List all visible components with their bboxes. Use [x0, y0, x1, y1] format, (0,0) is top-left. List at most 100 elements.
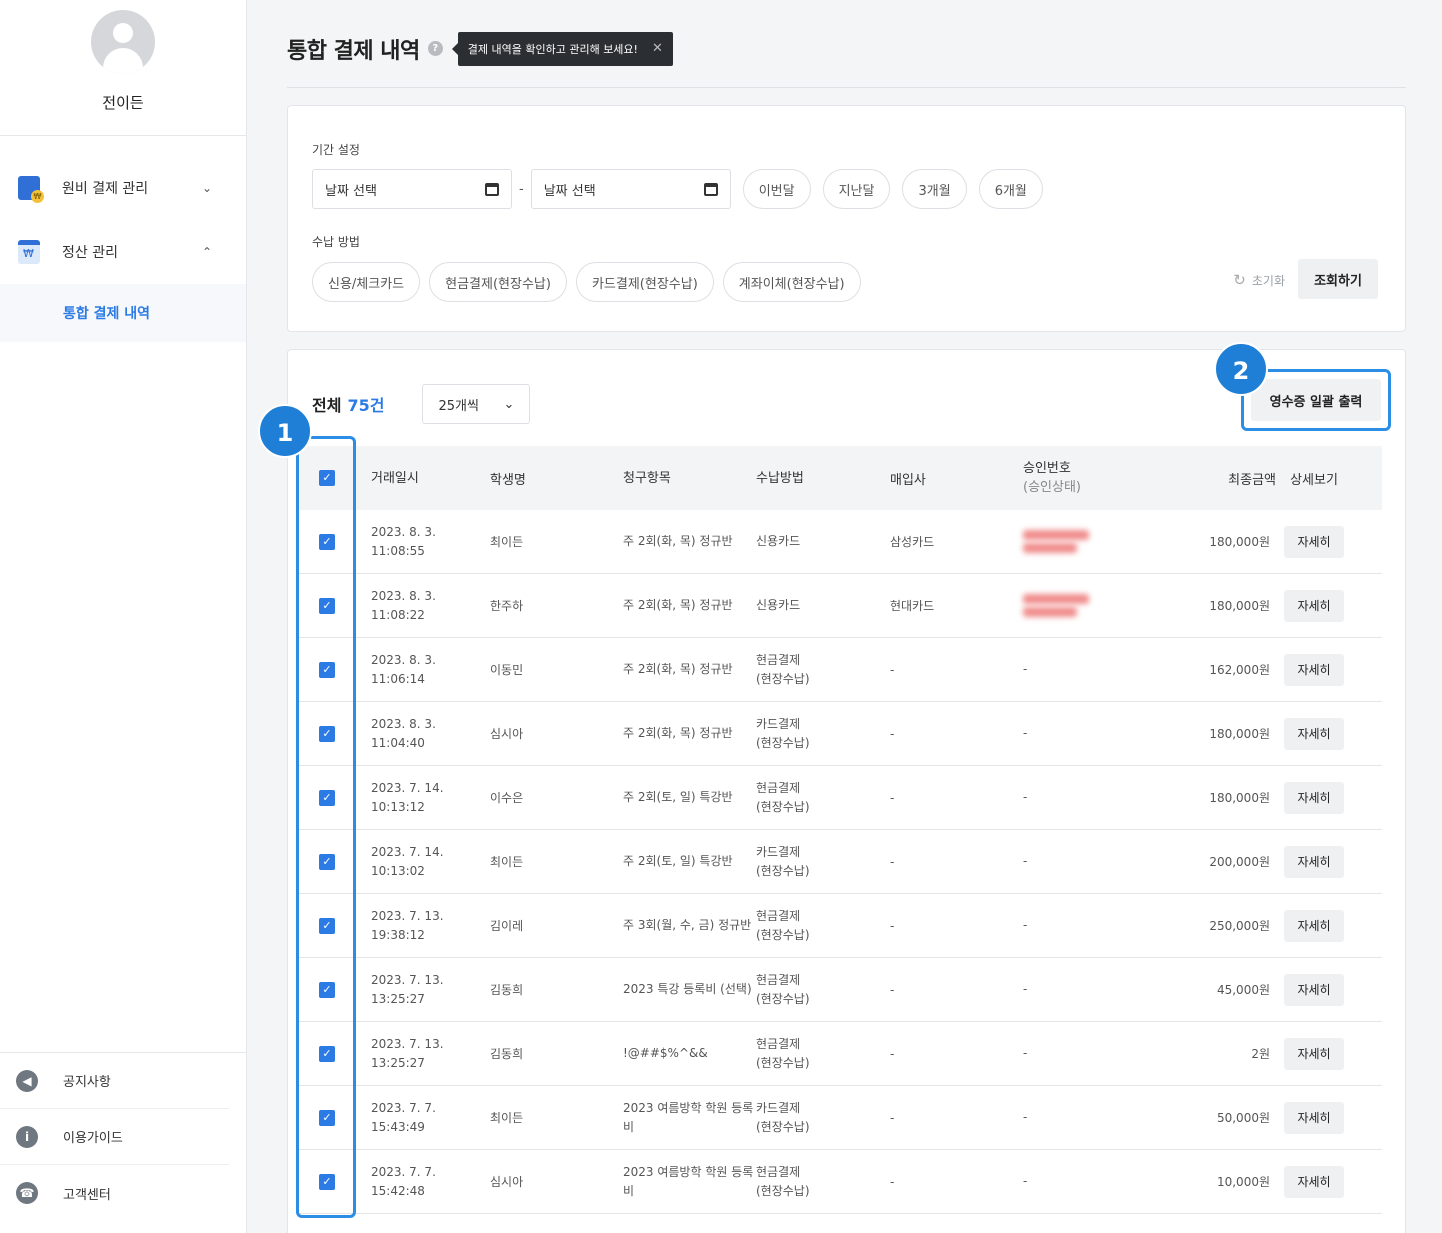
per-page-select[interactable]: 25개씩 ⌄: [422, 384, 531, 424]
acquirer-cell: 삼성카드: [890, 535, 935, 549]
method-card-button[interactable]: 신용/체크카드: [312, 262, 421, 302]
detail-button[interactable]: 자세히: [1284, 973, 1344, 1006]
filter-panel: 기간 설정 날짜 선택 - 날짜 선택 이번달 지난달 3개월 6개월 수납 방…: [287, 105, 1406, 332]
detail-button[interactable]: 자세히: [1284, 653, 1344, 686]
sidebar-subitem-payment-history[interactable]: 통합 결제 내역: [0, 284, 246, 342]
approval-cell-text: -: [1023, 918, 1028, 932]
end-date-input[interactable]: 날짜 선택: [530, 169, 731, 209]
payment-method-cell: 현금결제 (현장수납): [756, 1035, 890, 1073]
method-transfer-onsite-button[interactable]: 계좌이체(현장수납): [722, 262, 861, 302]
approval-cell-text: -: [1023, 726, 1028, 740]
search-button[interactable]: 조회하기: [1298, 259, 1378, 299]
detail-button[interactable]: 자세히: [1284, 717, 1344, 750]
detail-button[interactable]: 자세히: [1284, 1037, 1344, 1070]
sidebar-item-tuition[interactable]: 원비 결제 관리 ⌄: [0, 156, 246, 220]
detail-button[interactable]: 자세히: [1284, 909, 1344, 942]
row-checkbox[interactable]: ✓: [319, 981, 335, 998]
billing-item-cell: 주 3회(월, 수, 금) 정규반: [623, 918, 752, 932]
detail-button[interactable]: 자세히: [1284, 1101, 1344, 1134]
approval-cell: -: [1023, 1108, 1153, 1127]
table-row[interactable]: ✓ 2023. 8. 3. 11:06:14 이동민 주 2회(화, 목) 정규반 현금결…: [297, 638, 1382, 702]
time-text: 13:25:27: [371, 1055, 425, 1070]
row-checkbox[interactable]: ✓: [319, 533, 335, 550]
detail-button[interactable]: 자세히: [1284, 1165, 1344, 1198]
range-6-months-button[interactable]: 6개월: [978, 169, 1043, 209]
table-row[interactable]: ✓ 2023. 7. 14. 10:13:12 이수은 주 2회(토, 일) 특강반 현금…: [297, 766, 1382, 830]
col-item: 청구항목: [623, 470, 671, 486]
row-checkbox[interactable]: ✓: [319, 597, 335, 614]
payment-method-cell: 신용카드: [756, 596, 890, 615]
billing-item-cell: 주 2회(화, 목) 정규반: [623, 534, 733, 548]
approval-cell-text: -: [1023, 662, 1028, 676]
billing-item-cell: 주 2회(화, 목) 정규반: [623, 598, 733, 612]
row-checkbox[interactable]: ✓: [319, 725, 335, 742]
range-3-months-button[interactable]: 3개월: [902, 169, 967, 209]
col-approval-label: 승인번호: [1023, 461, 1071, 476]
table-row[interactable]: ✓ 2023. 7. 13. 13:25:27 김동희 !@##$%^&& 현금결제 (현장…: [297, 1022, 1382, 1086]
range-this-month-button[interactable]: 이번달: [742, 169, 811, 209]
table-row[interactable]: ✓ 2023. 8. 3. 11:04:40 심시아 주 2회(화, 목) 정규반 카드결…: [297, 702, 1382, 766]
acquirer-cell: -: [890, 918, 895, 933]
redacted-approval-status: [1023, 543, 1077, 553]
method-text: 현금결제: [756, 780, 801, 795]
approval-cell: -: [1023, 852, 1153, 871]
profile-name: 전이든: [102, 94, 144, 112]
table-row[interactable]: ✓ 2023. 7. 13. 19:38:12 김이레 주 3회(월, 수, 금) 정규…: [297, 894, 1382, 958]
select-all-checkbox[interactable]: ✓: [319, 470, 335, 486]
table-row[interactable]: ✓ 2023. 7. 14. 10:13:02 최이든 주 2회(토, 일) 특강반 카드…: [297, 830, 1382, 894]
date-cell: 2023. 8. 3. 11:04:40: [357, 715, 490, 753]
row-checkbox[interactable]: ✓: [319, 1109, 335, 1126]
method-sub-text: (현장수납): [756, 863, 810, 878]
bulk-receipt-print-button[interactable]: 영수증 일괄 출력: [1251, 379, 1381, 421]
sidebar-item-guide[interactable]: i 이용가이드: [0, 1109, 229, 1165]
row-checkbox[interactable]: ✓: [319, 853, 335, 870]
sidebar-item-notice[interactable]: ◀ 공지사항: [0, 1053, 229, 1109]
date-cell: 2023. 7. 14. 10:13:12: [357, 779, 490, 817]
time-text: 13:25:27: [371, 991, 425, 1006]
amount-cell: 50,000원: [1216, 1111, 1270, 1125]
row-checkbox[interactable]: ✓: [319, 1045, 335, 1062]
method-sub-text: (현장수납): [756, 799, 810, 814]
chevron-up-icon: ⌃: [201, 245, 212, 259]
date-cell: 2023. 7. 13. 13:25:27: [357, 1035, 490, 1073]
method-sub-text: (현장수납): [756, 1055, 810, 1070]
detail-button[interactable]: 자세히: [1284, 525, 1344, 558]
table-row[interactable]: ✓ 2023. 8. 3. 11:08:22 한주하 주 2회(화, 목) 정규반 신용카…: [297, 574, 1382, 638]
detail-button[interactable]: 자세히: [1284, 845, 1344, 878]
approval-cell: -: [1023, 1172, 1153, 1191]
sidebar-item-support[interactable]: ☎ 고객센터: [0, 1165, 229, 1221]
start-date-input[interactable]: 날짜 선택: [312, 169, 512, 209]
row-checkbox[interactable]: ✓: [319, 917, 335, 934]
table-row[interactable]: ✓ 2023. 7. 7. 15:42:48 심시아 2023 여름방학 학원 등록비 현…: [297, 1150, 1382, 1214]
row-select-cell: ✓: [297, 853, 357, 870]
table-row[interactable]: ✓ 2023. 7. 13. 13:25:27 김동희 2023 특강 등록비 (선택)…: [297, 958, 1382, 1022]
billing-item-cell: 주 2회(화, 목) 정규반: [623, 662, 733, 676]
refresh-icon: ↻: [1233, 271, 1246, 289]
table-row[interactable]: ✓ 2023. 8. 3. 11:08:55 최이든 주 2회(화, 목) 정규반 신용카…: [297, 510, 1382, 574]
row-checkbox[interactable]: ✓: [319, 661, 335, 678]
row-checkbox[interactable]: ✓: [319, 1173, 335, 1190]
table-row[interactable]: ✓ 2023. 7. 7. 15:43:49 최이든 2023 여름방학 학원 등록비 카…: [297, 1086, 1382, 1150]
date-text: 2023. 7. 14.: [371, 780, 444, 795]
amount-cell: 180,000원: [1209, 599, 1270, 613]
acquirer-cell: -: [890, 662, 895, 677]
sidebar-bottom-menu: ◀ 공지사항 i 이용가이드 ☎ 고객센터: [0, 1052, 247, 1221]
sidebar-item-settlement[interactable]: 정산 관리 ⌃: [0, 220, 246, 284]
total-count: 75건: [347, 396, 385, 415]
time-text: 11:04:40: [371, 735, 425, 750]
detail-button[interactable]: 자세히: [1284, 589, 1344, 622]
results-header: 전체 75건 25개씩 ⌄: [312, 384, 531, 424]
range-last-month-button[interactable]: 지난달: [822, 169, 891, 209]
payments-table: ✓ 거래일시 학생명 청구항목 수납방법 매입사 승인번호 (승인상태) 최종금…: [297, 446, 1382, 1214]
method-card-onsite-button[interactable]: 카드결제(현장수납): [575, 262, 714, 302]
reset-button[interactable]: ↻ 초기화: [1233, 271, 1285, 289]
help-icon[interactable]: ?: [427, 41, 443, 56]
close-icon[interactable]: ✕: [652, 41, 663, 56]
billing-item-cell: 주 2회(토, 일) 특강반: [623, 790, 733, 804]
row-checkbox[interactable]: ✓: [319, 789, 335, 806]
time-text: 11:06:14: [371, 671, 425, 686]
method-sub-text: (현장수납): [756, 1119, 810, 1134]
detail-button[interactable]: 자세히: [1284, 781, 1344, 814]
avatar[interactable]: [91, 10, 155, 74]
method-cash-onsite-button[interactable]: 현금결제(현장수납): [429, 262, 567, 302]
